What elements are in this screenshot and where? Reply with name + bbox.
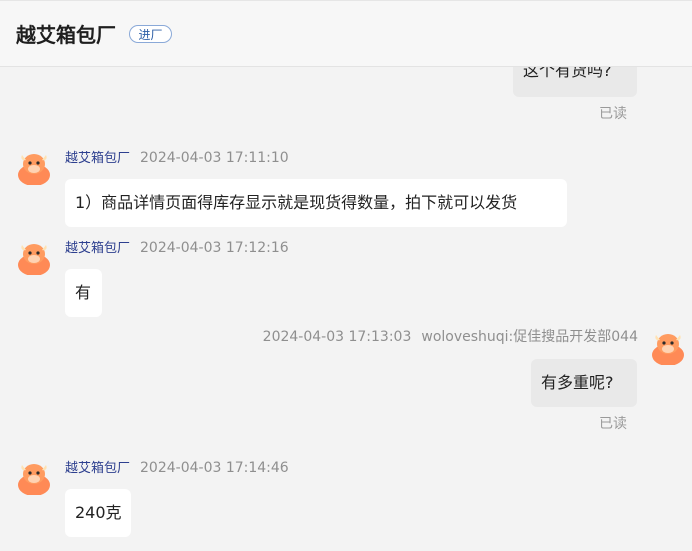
seller-avatar-icon[interactable]	[16, 149, 52, 186]
sender-name: woloveshuqi:促佳搜品开发部044	[421, 329, 638, 345]
message-text: 这个有货吗?	[523, 67, 612, 80]
cartoon-cow-avatar-icon	[18, 464, 50, 496]
cartoon-cow-avatar-icon	[18, 154, 50, 186]
message-text: 240克	[75, 503, 122, 522]
buyer-avatar-icon[interactable]	[650, 329, 686, 366]
read-status: 已读	[599, 106, 627, 122]
chat-title: 越艾箱包厂	[16, 23, 116, 47]
message-time: 2024-04-03 17:11:10	[140, 150, 289, 166]
message-text: 有	[75, 283, 92, 302]
outgoing-message-bubble: 有多重呢?	[531, 359, 637, 407]
seller-avatar-icon[interactable]	[16, 459, 52, 496]
message-time: 2024-04-03 17:14:46	[140, 460, 289, 476]
chat-header: 越艾箱包厂 进厂	[0, 1, 692, 67]
message-meta: 越艾箱包厂 2024-04-03 17:11:10	[65, 149, 289, 168]
incoming-message-bubble: 240克	[65, 489, 131, 537]
message-meta: 2024-04-03 17:13:03 woloveshuqi:促佳搜品开发部04…	[263, 328, 638, 346]
message-text: 有多重呢?	[541, 373, 614, 392]
incoming-message-bubble: 有	[65, 269, 102, 317]
message-text: 1）商品详情页面得库存显示就是现货得数量，拍下就可以发货	[75, 193, 518, 212]
seller-avatar-icon[interactable]	[16, 239, 52, 276]
outgoing-message-bubble: 这个有货吗?	[513, 67, 637, 97]
message-meta: 越艾箱包厂 2024-04-03 17:14:46	[65, 459, 289, 478]
message-list[interactable]: 这个有货吗? 已读 越艾箱包厂 2024-04-03 17:11:10 1）商品详…	[0, 67, 692, 551]
partial-next-message: ……	[432, 545, 460, 551]
sender-name: 越艾箱包厂	[65, 151, 131, 166]
message-meta: 越艾箱包厂 2024-04-03 17:12:16	[65, 239, 289, 258]
sender-name: 越艾箱包厂	[65, 461, 131, 476]
cartoon-cow-avatar-icon	[18, 244, 50, 276]
sender-name: 越艾箱包厂	[65, 241, 131, 256]
enter-factory-badge[interactable]: 进厂	[129, 25, 172, 43]
read-status: 已读	[599, 416, 627, 432]
message-time: 2024-04-03 17:13:03	[262, 329, 412, 345]
incoming-message-bubble: 1）商品详情页面得库存显示就是现货得数量，拍下就可以发货	[65, 179, 567, 227]
message-time: 2024-04-03 17:12:16	[140, 240, 289, 256]
cartoon-cow-avatar-icon	[652, 334, 684, 366]
chat-window: 越艾箱包厂 进厂 这个有货吗? 已读 越艾箱包厂 2024-04-03 17:11…	[0, 0, 692, 551]
